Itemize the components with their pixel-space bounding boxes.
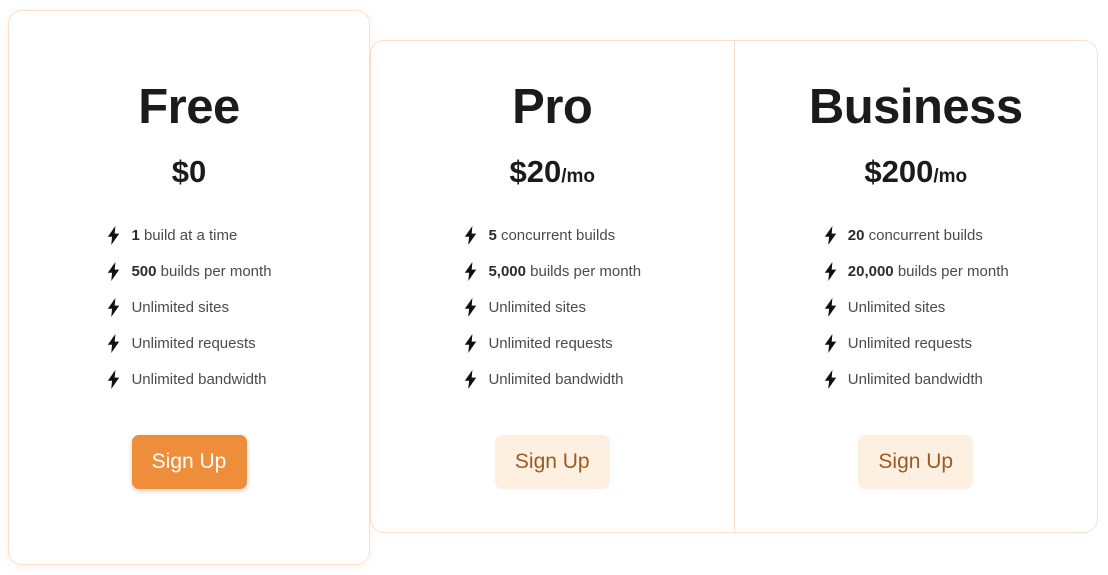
- feature-label: Unlimited bandwidth: [847, 370, 983, 388]
- feature-item: Unlimited requests: [106, 325, 256, 361]
- signup-button-pro[interactable]: Sign Up: [494, 435, 610, 489]
- lightning-bolt-icon: [106, 225, 121, 245]
- signup-button-business[interactable]: Sign Up: [858, 435, 974, 489]
- feature-item: 5,000 builds per month: [463, 253, 641, 289]
- plan-price-period-business: /mo: [933, 166, 968, 187]
- pricing-card-business: Business $200/mo 20 concurrent builds 20,…: [733, 41, 1098, 532]
- feature-item: 20,000 builds per month: [823, 253, 1009, 289]
- feature-item: 1 build at a time: [106, 217, 237, 253]
- pricing-card-group: Pro $20/mo 5 concurrent builds 5,000 buil…: [370, 40, 1098, 533]
- pricing-card-pro: Pro $20/mo 5 concurrent builds 5,000 buil…: [371, 41, 734, 532]
- feature-item: Unlimited bandwidth: [106, 361, 267, 397]
- feature-quantity: 20,000: [847, 262, 894, 280]
- plan-name-free: Free: [138, 80, 240, 134]
- lightning-bolt-icon: [463, 297, 478, 317]
- plan-price-business: $200/mo: [864, 156, 967, 187]
- lightning-bolt-icon: [823, 369, 838, 389]
- feature-list-pro: 5 concurrent builds 5,000 builds per mont…: [463, 217, 641, 397]
- feature-label: 5 concurrent builds: [488, 226, 616, 244]
- plan-price-pro: $20/mo: [509, 156, 595, 187]
- feature-label: Unlimited sites: [847, 298, 946, 316]
- feature-item: 20 concurrent builds: [823, 217, 983, 253]
- feature-label: Unlimited requests: [131, 334, 256, 352]
- feature-item: Unlimited sites: [463, 289, 586, 325]
- plan-price-amount-pro: $20: [509, 154, 562, 189]
- feature-quantity: 500: [131, 262, 157, 280]
- lightning-bolt-icon: [823, 261, 838, 281]
- lightning-bolt-icon: [106, 369, 121, 389]
- plan-name-pro: Pro: [512, 80, 593, 134]
- feature-item: Unlimited requests: [463, 325, 613, 361]
- feature-quantity: 5: [488, 226, 497, 244]
- feature-label: Unlimited sites: [131, 298, 229, 316]
- plan-content-free: Free $0 1 build at a time 500 builds per …: [9, 83, 369, 489]
- lightning-bolt-icon: [463, 261, 478, 281]
- feature-item: 5 concurrent builds: [463, 217, 615, 253]
- plan-content-pro: Pro $20/mo 5 concurrent builds 5,000 buil…: [371, 83, 734, 489]
- lightning-bolt-icon: [823, 297, 838, 317]
- feature-item: Unlimited bandwidth: [823, 361, 983, 397]
- feature-label: 500 builds per month: [131, 262, 272, 280]
- feature-quantity: 1: [131, 226, 140, 244]
- lightning-bolt-icon: [463, 225, 478, 245]
- lightning-bolt-icon: [463, 333, 478, 353]
- feature-quantity: 20: [847, 226, 865, 244]
- plan-price-free: $0: [172, 156, 206, 187]
- lightning-bolt-icon: [106, 333, 121, 353]
- feature-label: 5,000 builds per month: [488, 262, 642, 280]
- feature-item: Unlimited sites: [106, 289, 229, 325]
- feature-label: 20,000 builds per month: [847, 262, 1009, 280]
- lightning-bolt-icon: [823, 225, 838, 245]
- feature-item: Unlimited bandwidth: [463, 361, 624, 397]
- lightning-bolt-icon: [106, 297, 121, 317]
- plan-price-amount-free: $0: [171, 154, 207, 189]
- pricing-card-free: Free $0 1 build at a time 500 builds per …: [8, 10, 370, 565]
- pricing-table: Free $0 1 build at a time 500 builds per …: [0, 0, 1108, 575]
- feature-list-business: 20 concurrent builds 20,000 builds per mo…: [823, 217, 1009, 397]
- plan-name-business: Business: [808, 80, 1023, 134]
- feature-item: 500 builds per month: [106, 253, 272, 289]
- feature-label: 20 concurrent builds: [847, 226, 983, 244]
- lightning-bolt-icon: [823, 333, 838, 353]
- feature-label: Unlimited requests: [847, 334, 972, 352]
- feature-label: Unlimited bandwidth: [488, 370, 624, 388]
- signup-button-free[interactable]: Sign Up: [131, 435, 247, 489]
- feature-label: Unlimited requests: [488, 334, 613, 352]
- lightning-bolt-icon: [463, 369, 478, 389]
- feature-label: Unlimited sites: [488, 298, 586, 316]
- feature-list-free: 1 build at a time 500 builds per month Unl…: [106, 217, 272, 397]
- plan-price-period-pro: /mo: [561, 166, 595, 187]
- lightning-bolt-icon: [106, 261, 121, 281]
- feature-quantity: 5,000: [488, 262, 526, 280]
- feature-label: Unlimited bandwidth: [131, 370, 267, 388]
- feature-item: Unlimited requests: [823, 325, 972, 361]
- plan-price-amount-business: $200: [864, 154, 934, 189]
- plan-content-business: Business $200/mo 20 concurrent builds 20,…: [735, 83, 1098, 489]
- feature-label: 1 build at a time: [131, 226, 238, 244]
- feature-item: Unlimited sites: [823, 289, 946, 325]
